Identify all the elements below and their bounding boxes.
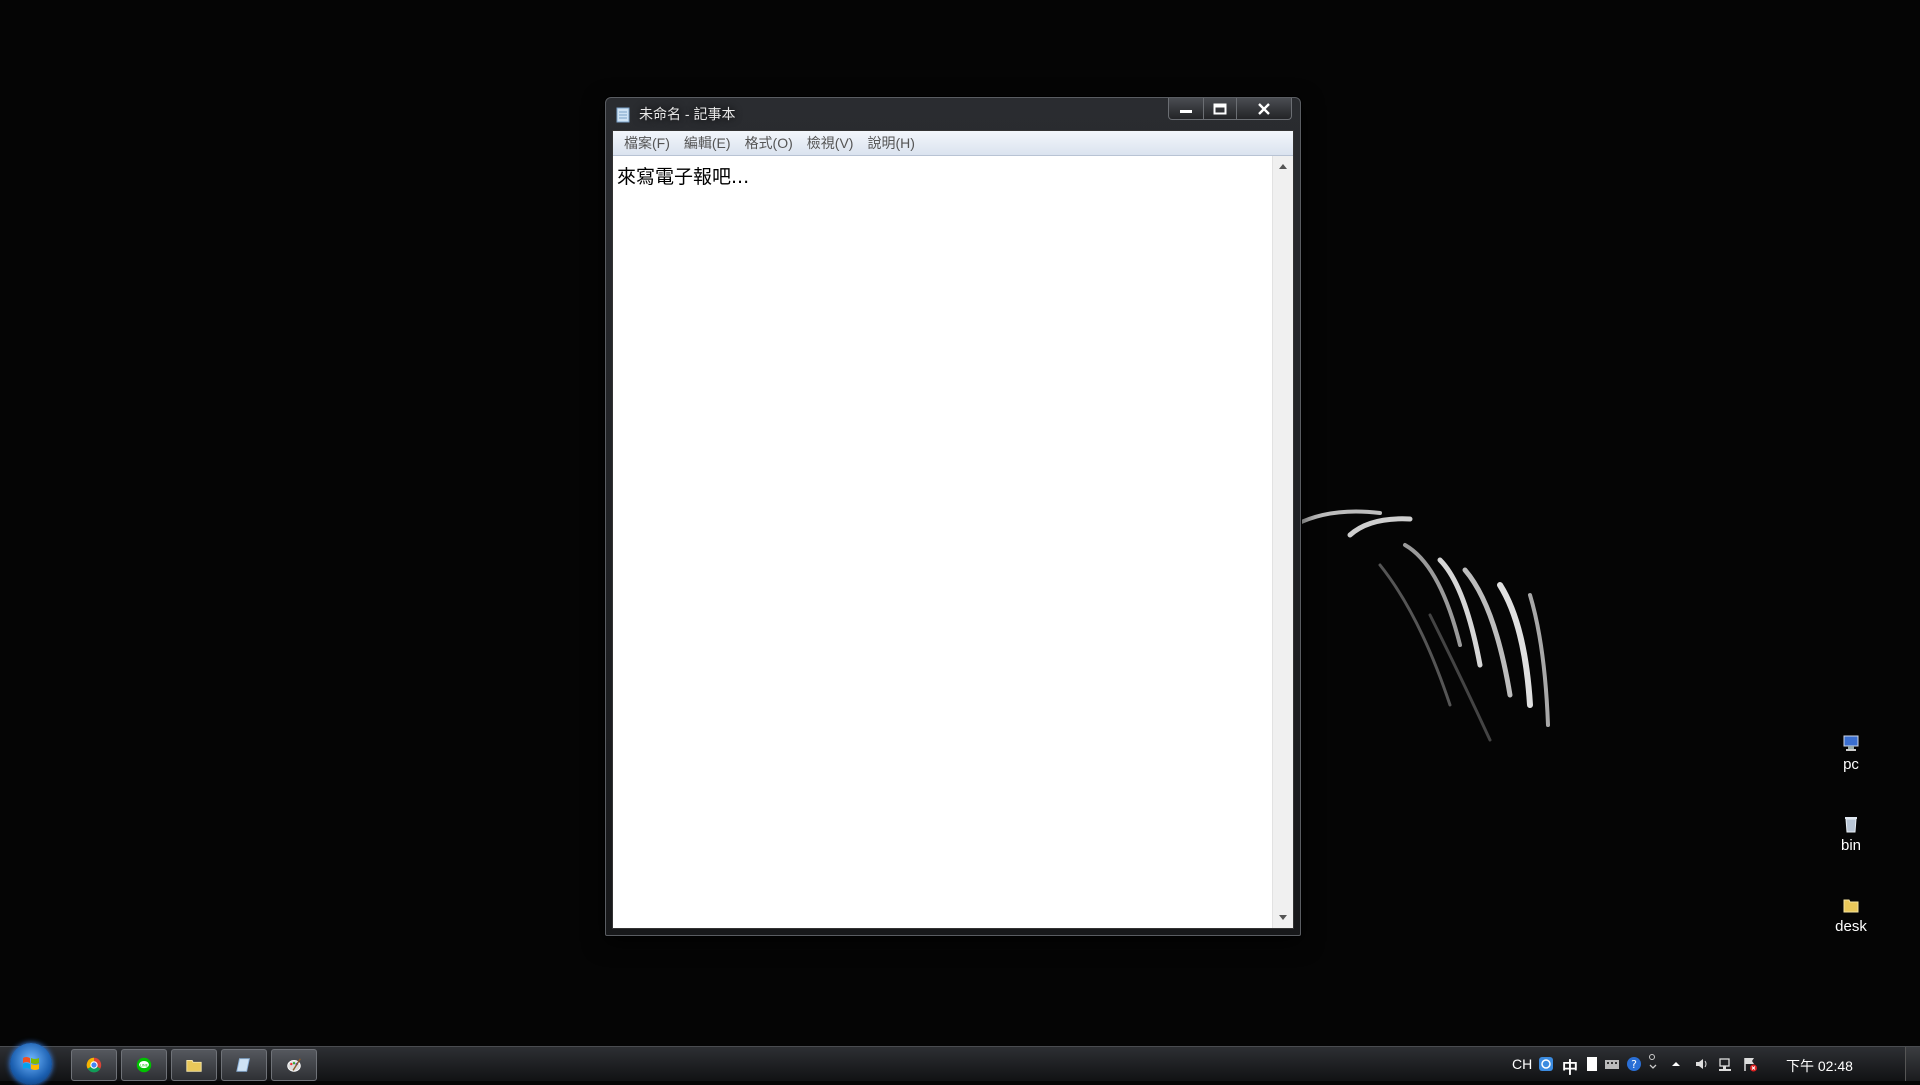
notepad-icon: [616, 107, 630, 123]
desktop-icon-pc[interactable]: pc: [1818, 734, 1884, 773]
notepad-client: 檔案(F) 編輯(E) 格式(O) 檢視(V) 說明(H) 來寫電子報吧...: [612, 130, 1294, 929]
menu-help[interactable]: 說明(H): [860, 133, 921, 153]
recycle-bin-icon: [1845, 817, 1857, 833]
vertical-scrollbar[interactable]: [1272, 156, 1293, 928]
ime-options-icon[interactable]: [1646, 1053, 1662, 1069]
close-icon: [1258, 102, 1270, 115]
maximize-button[interactable]: [1204, 98, 1237, 120]
svg-text:LINE: LINE: [140, 1063, 149, 1067]
desktop-icon-desk[interactable]: desk: [1818, 896, 1884, 935]
soft-keyboard-icon[interactable]: [1604, 1056, 1620, 1072]
svg-text:?: ?: [1631, 1058, 1637, 1071]
menu-format[interactable]: 格式(O): [738, 133, 800, 153]
notepad-icon: [236, 1058, 250, 1072]
clock[interactable]: 下午 02:48: [1786, 1056, 1853, 1076]
wallpaper-plant: [1293, 509, 1550, 742]
paint-icon: [287, 1058, 301, 1072]
network-icon[interactable]: [1718, 1056, 1734, 1072]
desktop-icon-bin[interactable]: bin: [1818, 815, 1884, 854]
desktop-icon-label: bin: [1840, 837, 1862, 854]
show-hidden-icons-icon[interactable]: [1668, 1056, 1684, 1072]
window-title: 未命名 - 記事本: [639, 106, 736, 122]
language-indicator[interactable]: CH: [1512, 1056, 1532, 1072]
line-chat-icon: LINE: [136, 1057, 152, 1073]
taskbar-notepad[interactable]: [221, 1049, 267, 1081]
folder-icon: [1843, 899, 1859, 913]
menu-edit[interactable]: 編輯(E): [677, 133, 738, 153]
maximize-icon: [1213, 103, 1227, 114]
taskbar-explorer[interactable]: [171, 1049, 217, 1081]
volume-icon[interactable]: [1694, 1056, 1710, 1072]
close-button[interactable]: [1237, 98, 1292, 120]
ime-mode-indicator[interactable]: 中: [1562, 1054, 1578, 1078]
taskbar: LINE CH 中 ? 下午 02:48: [0, 1043, 1920, 1085]
title-bar[interactable]: 未命名 - 記事本: [606, 98, 1300, 128]
scroll-up-icon[interactable]: [1279, 164, 1287, 169]
taskbar-chrome[interactable]: [71, 1049, 117, 1081]
folder-icon: [186, 1060, 202, 1072]
minimize-icon: [1180, 109, 1192, 113]
desktop-icon-label: desk: [1835, 918, 1867, 935]
menu-view[interactable]: 檢視(V): [800, 133, 861, 153]
menu-file[interactable]: 檔案(F): [617, 133, 677, 153]
help-icon[interactable]: ?: [1626, 1056, 1642, 1072]
half-width-icon[interactable]: [1584, 1056, 1600, 1072]
notepad-window[interactable]: 未命名 - 記事本 檔案(F) 編輯(E) 格式(O) 檢視(V) 說明(H) …: [605, 97, 1301, 936]
show-desktop-button[interactable]: [1905, 1047, 1920, 1081]
chrome-icon: [86, 1057, 102, 1073]
taskbar-paint[interactable]: [271, 1049, 317, 1081]
scroll-down-icon[interactable]: [1279, 915, 1287, 920]
ime-icon[interactable]: [1538, 1056, 1554, 1072]
desktop-icon-label: pc: [1843, 756, 1859, 773]
minimize-button[interactable]: [1168, 98, 1204, 120]
start-button[interactable]: [10, 1043, 52, 1085]
system-tray: CH 中 ? 下午 02:48: [1500, 1047, 1920, 1081]
computer-icon: [1843, 735, 1859, 751]
taskbar-line[interactable]: LINE: [121, 1049, 167, 1081]
action-center-flag-icon[interactable]: [1742, 1056, 1758, 1072]
text-editor[interactable]: 來寫電子報吧...: [613, 156, 1273, 928]
menu-bar: 檔案(F) 編輯(E) 格式(O) 檢視(V) 說明(H): [613, 131, 1293, 156]
caption-buttons: [1168, 98, 1292, 120]
windows-logo-icon: [23, 1057, 39, 1070]
